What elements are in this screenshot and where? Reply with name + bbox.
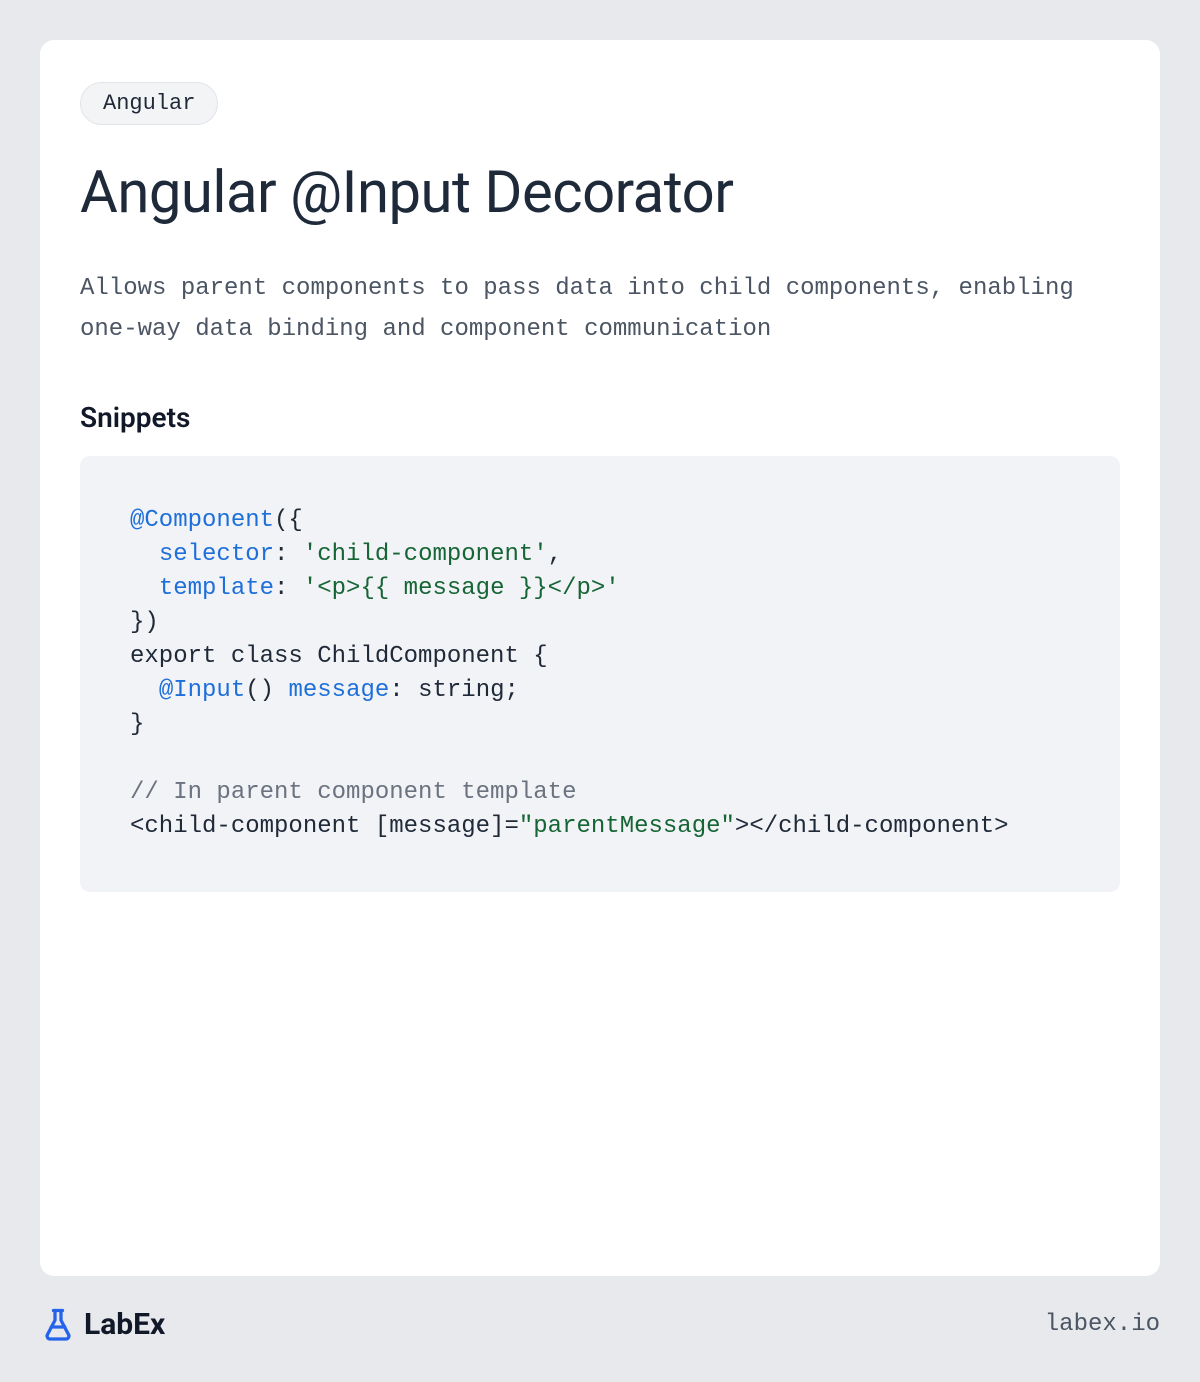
code-token <box>130 575 159 602</box>
code-token: } <box>130 711 144 738</box>
code-token: }) <box>130 609 159 636</box>
code-snippet: @Component({ selector: 'child-component'… <box>80 456 1120 893</box>
code-token: // In parent component template <box>130 779 576 806</box>
code-token: : string; <box>389 677 519 704</box>
code-token: @Input <box>159 677 245 704</box>
snippets-heading: Snippets <box>80 401 1120 434</box>
code-token: : <box>274 575 303 602</box>
code-token: export class ChildComponent { <box>130 643 548 670</box>
flask-icon <box>40 1306 76 1342</box>
footer-url: labex.io <box>1045 1311 1160 1338</box>
code-token: "parentMessage" <box>519 813 735 840</box>
code-token <box>130 541 159 568</box>
page-title: Angular @Input Decorator <box>80 159 1120 227</box>
code-token: ></child-component> <box>735 813 1009 840</box>
code-token: 'child-component' <box>303 541 548 568</box>
logo: LabEx <box>40 1306 165 1342</box>
code-token: : <box>274 541 303 568</box>
code-token: message <box>288 677 389 704</box>
code-token: , <box>548 541 562 568</box>
category-tag: Angular <box>80 82 218 125</box>
code-token: @Component <box>130 507 274 534</box>
code-token: <child-component [message]= <box>130 813 519 840</box>
code-token: '<p>{{ message }}</p>' <box>303 575 620 602</box>
logo-text: LabEx <box>84 1307 165 1342</box>
code-token <box>130 677 159 704</box>
code-token: template <box>159 575 274 602</box>
footer: LabEx labex.io <box>40 1276 1160 1342</box>
description-text: Allows parent components to pass data in… <box>80 269 1120 351</box>
code-token: ({ <box>274 507 303 534</box>
code-token: selector <box>159 541 274 568</box>
content-card: Angular Angular @Input Decorator Allows … <box>40 40 1160 1276</box>
code-token: () <box>245 677 288 704</box>
